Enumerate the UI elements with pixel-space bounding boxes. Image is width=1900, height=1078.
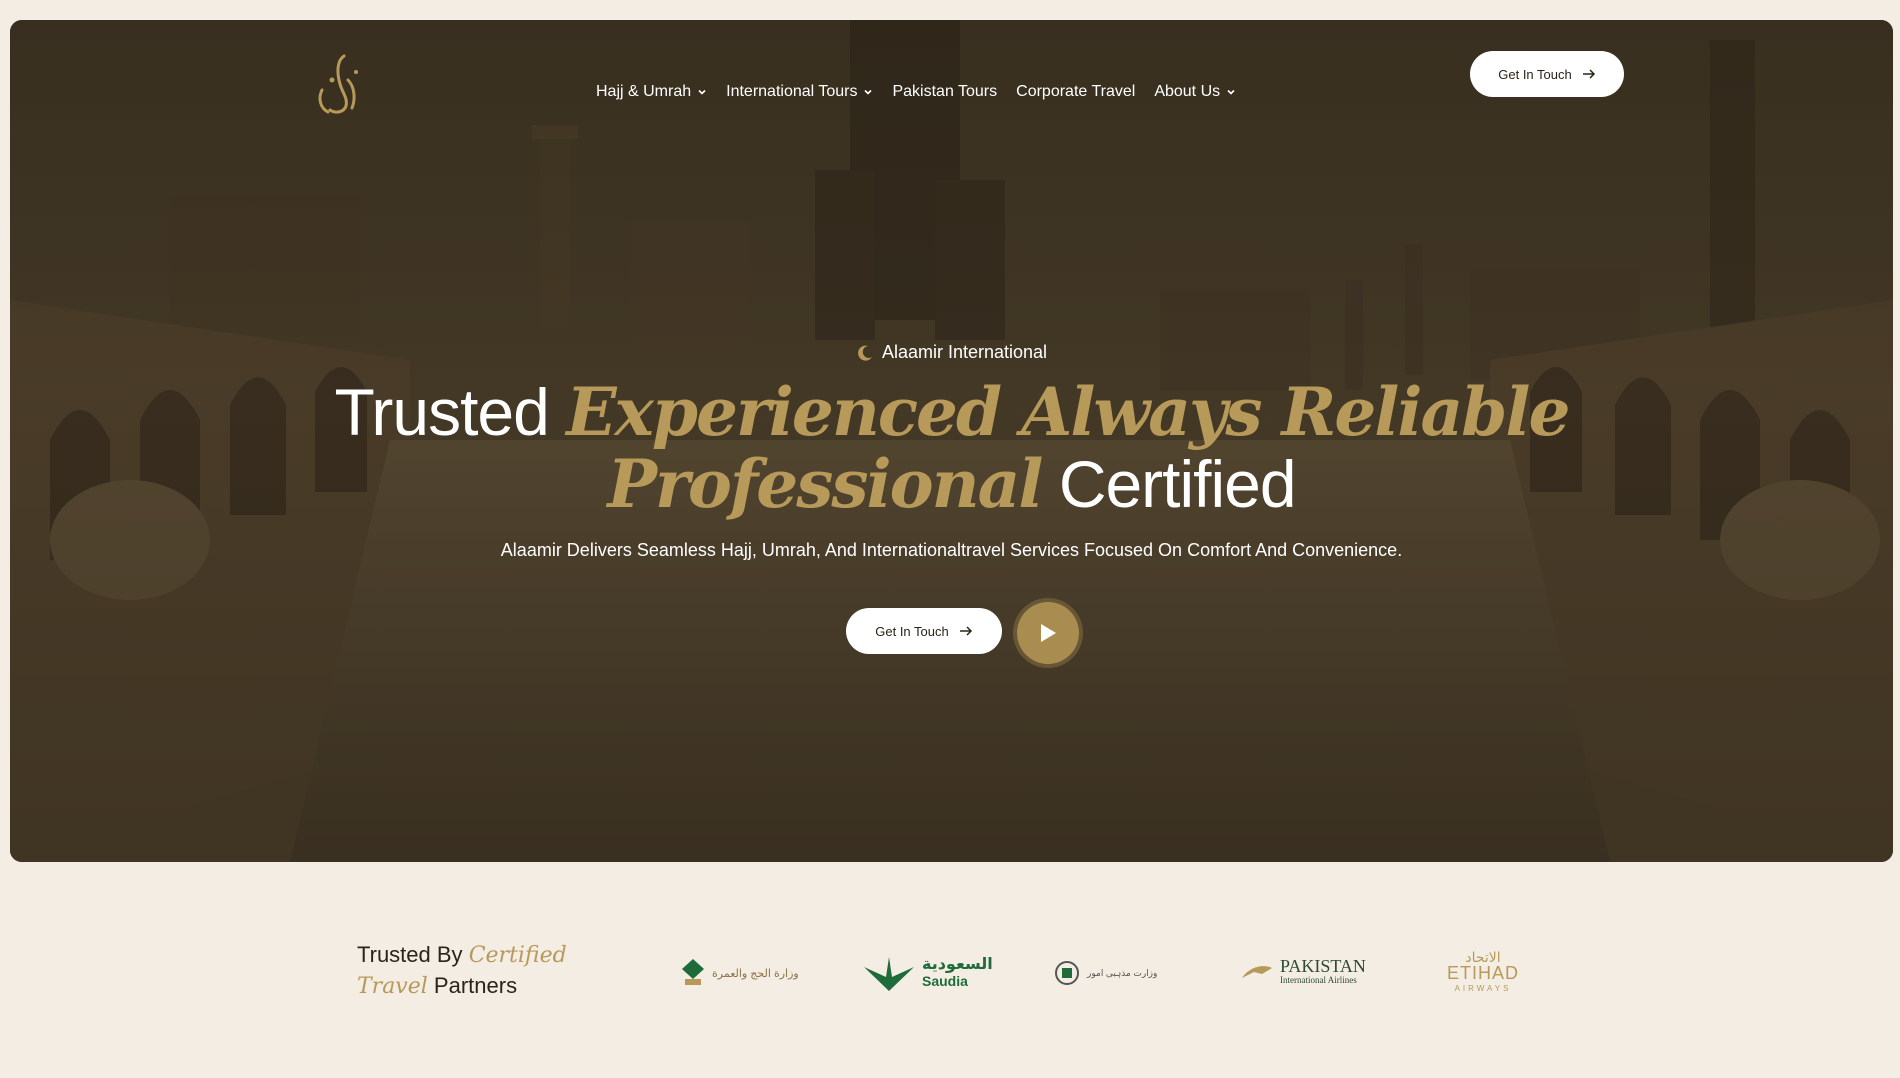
brand-logo[interactable] <box>308 50 368 120</box>
nav-item-label: International Tours <box>726 83 858 100</box>
partner-text: السعودية <box>922 956 993 973</box>
headline-gold-text: Experienced Always Reliable <box>566 373 1570 451</box>
play-icon <box>1041 624 1056 642</box>
etihad-airways-wordmark: AIRWAYS <box>1454 984 1512 993</box>
nav-item-label: Pakistan Tours <box>892 83 998 100</box>
heading-text: Partners <box>433 973 518 998</box>
nav-item-hajj-umrah[interactable]: Hajj & Umrah <box>596 83 707 101</box>
partner-saudia: السعودية Saudia <box>862 948 993 998</box>
ministry-hajj-umrah-logo-icon <box>682 959 704 985</box>
arrow-right-icon <box>1582 69 1595 79</box>
heading-gold-text: Travel <box>357 974 428 999</box>
partner-etihad: الاتحاد ETIHAD AIRWAYS <box>1447 948 1519 998</box>
pakistan-ministry-logo-icon <box>1055 961 1079 985</box>
headline-line-2: Professional Certified <box>10 448 1893 520</box>
eyebrow-text: Alaamir International <box>881 342 1048 362</box>
hero-section: Hajj & Umrah International Tours Pakista… <box>10 20 1893 862</box>
nav-item-label: About Us <box>1154 83 1221 100</box>
chevron-down-icon <box>1227 89 1235 95</box>
partner-text: وزارت مذہبی امور <box>1087 967 1158 978</box>
hero-subtitle: Alaamir Delivers Seamless Hajj, Umrah, A… <box>500 540 1403 560</box>
nav-item-corporate-travel[interactable]: Corporate Travel <box>1016 83 1135 101</box>
calligraphy-logo-icon <box>318 54 358 114</box>
partners-heading: Trusted By Certified Travel Partners <box>357 940 567 1002</box>
partner-subtext: International Airlines <box>1280 975 1357 985</box>
pia-logo-icon <box>1242 966 1272 978</box>
arrow-right-icon <box>959 626 972 636</box>
partner-text: PAKISTAN <box>1280 956 1366 976</box>
button-label: Get In Touch <box>875 623 949 639</box>
hero-get-in-touch-button[interactable]: Get In Touch <box>846 608 1002 654</box>
heading-gold-text: Certified <box>468 943 567 968</box>
partner-subtext: ETIHAD <box>1447 963 1520 983</box>
crescent-icon <box>858 345 872 361</box>
nav-item-international-tours[interactable]: International Tours <box>726 83 873 101</box>
partner-ministry-hajj-umrah: وزارة الحج والعمرة <box>680 948 799 998</box>
nav-item-pakistan-tours[interactable]: Pakistan Tours <box>892 83 997 101</box>
partner-pakistan-ministry: وزارت مذہبی امور <box>1053 948 1157 998</box>
partner-text: وزارة الحج والعمرة <box>712 967 799 980</box>
play-video-button[interactable] <box>1017 602 1079 664</box>
button-label: Get In Touch <box>1498 66 1572 82</box>
headline-line-1: Trusted Experienced Always Reliable <box>10 376 1893 448</box>
partner-pia: PAKISTAN International Airlines <box>1240 948 1366 998</box>
nav-item-about-us[interactable]: About Us <box>1154 83 1236 101</box>
headline-word: Certified <box>1058 447 1297 521</box>
heading-text: Trusted By <box>357 942 463 967</box>
nav-get-in-touch-button[interactable]: Get In Touch <box>1470 51 1624 97</box>
chevron-down-icon <box>864 89 873 95</box>
headline-word: Trusted <box>334 375 550 449</box>
hero-headline: Trusted Experienced Always Reliable Prof… <box>10 376 1893 520</box>
saudia-logo-icon <box>864 957 914 991</box>
nav-item-label: Hajj & Umrah <box>596 83 692 100</box>
hero-eyebrow: Alaamir International <box>10 342 1893 363</box>
partner-subtext: Saudia <box>922 973 968 989</box>
main-navigation: Hajj & Umrah International Tours Pakista… <box>596 72 1236 112</box>
nav-item-label: Corporate Travel <box>1016 83 1136 100</box>
headline-gold-text: Professional <box>607 445 1043 523</box>
chevron-down-icon <box>698 89 706 95</box>
